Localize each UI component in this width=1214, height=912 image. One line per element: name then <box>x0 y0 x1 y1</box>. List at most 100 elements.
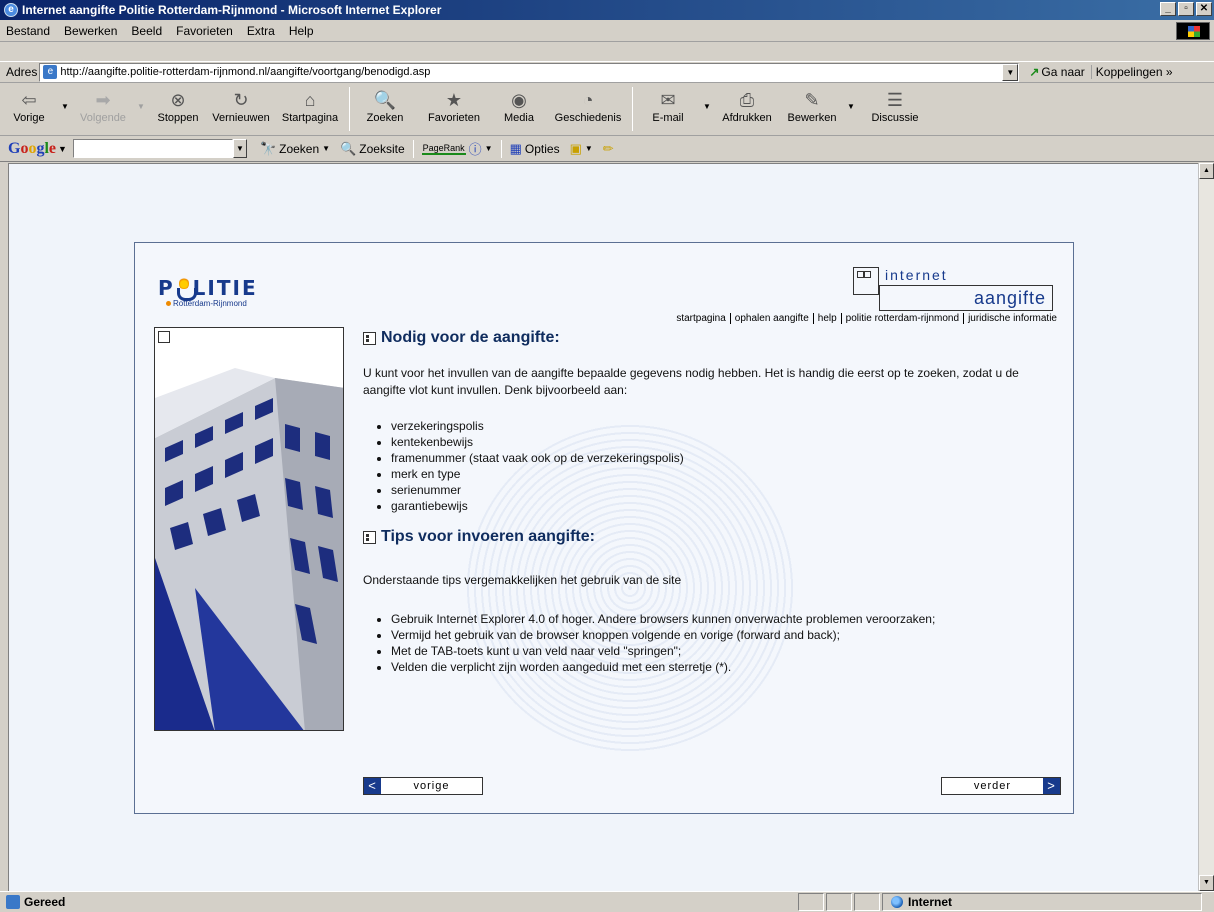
next-label: verder <box>973 780 1012 792</box>
go-button[interactable]: ↗ Ga naar <box>1019 65 1090 79</box>
list-item: verzekeringspolis <box>391 418 1063 434</box>
next-button[interactable]: verder > <box>941 777 1061 795</box>
toolbar-discussie-button[interactable]: ☰ Discussie <box>858 84 932 134</box>
google-site-search-button[interactable]: 🔍 Zoeksite <box>335 141 410 157</box>
globe-icon <box>891 896 903 908</box>
vernieuwen-icon: ↻ <box>233 89 249 110</box>
google-menu-caret-icon: ▼ <box>58 143 67 154</box>
separator <box>500 139 502 158</box>
menu-favorieten[interactable]: Favorieten <box>169 24 240 38</box>
brand-squares-icon <box>853 267 879 295</box>
list-item: Vermijd het gebruik van de browser knopp… <box>391 627 1063 643</box>
toolbar-stoppen-button[interactable]: ⊗ Stoppen <box>148 84 208 134</box>
vertical-scrollbar[interactable]: ▲ ▼ <box>1198 163 1214 891</box>
pagerank-button[interactable]: PageRank ⓘ ▼ <box>417 139 498 158</box>
options-button[interactable]: ▦ Opties <box>505 141 565 157</box>
menu-extra[interactable]: Extra <box>240 24 282 38</box>
nav-ophalen-aangifte[interactable]: ophalen aangifte <box>731 313 814 324</box>
toolbar-afdrukken-button[interactable]: ⎙ Afdrukken <box>714 84 780 134</box>
highlighter-icon: ✏ <box>602 140 614 156</box>
main-content: Nodig voor de aangifte: U kunt voor het … <box>363 329 1063 675</box>
scroll-up-icon[interactable]: ▲ <box>1199 163 1214 179</box>
toolbar-label: Geschiedenis <box>554 112 622 124</box>
go-arrow-icon: ↗ <box>1029 65 1040 79</box>
previous-label: vorige <box>413 780 450 792</box>
maximize-button[interactable]: ▫ <box>1178 2 1194 16</box>
toolbar-favorieten-button[interactable]: ★ Favorieten <box>417 84 491 134</box>
toolbar-label: Bewerken <box>787 112 837 124</box>
section-heading: Nodig voor de aangifte: <box>363 329 1063 347</box>
folder-button[interactable]: ▣ ▼ <box>565 141 598 157</box>
list-item: garantiebewijs <box>391 498 1063 514</box>
list-item: Met de TAB-toets kunt u van veld naar ve… <box>391 643 1063 659</box>
dropdown-arrow-icon[interactable]: ▼ <box>844 84 858 111</box>
scroll-down-icon[interactable]: ▼ <box>1199 875 1214 891</box>
window-title: Internet aangifte Politie Rotterdam-Rijn… <box>22 3 442 17</box>
nav-juridische-informatie[interactable]: juridische informatie <box>964 313 1061 324</box>
heading-bullet-icon <box>363 331 376 345</box>
nav-startpagina[interactable]: startpagina <box>672 313 731 324</box>
status-cell <box>854 893 880 911</box>
links-button[interactable]: Koppelingen » <box>1090 65 1173 79</box>
google-search-input[interactable] <box>72 139 233 158</box>
politie-logo[interactable]: P LITIE Rotterdam-Rijnmond <box>158 276 258 308</box>
previous-button[interactable]: < vorige <box>363 777 483 795</box>
close-button[interactable]: ✕ <box>1196 2 1212 16</box>
menu-beeld[interactable]: Beeld <box>124 24 169 38</box>
nav-politie-rotterdam-rijnmond[interactable]: politie rotterdam-rijnmond <box>842 313 965 324</box>
toolbar-label: Volgende <box>80 112 126 124</box>
toolbar-label: Favorieten <box>428 112 480 124</box>
logo-p: P <box>158 276 175 300</box>
info-icon: ⓘ <box>468 142 482 157</box>
brand-bottom: aangifte <box>879 285 1053 311</box>
dropdown-arrow-icon[interactable]: ▼ <box>58 84 72 111</box>
google-search-button[interactable]: 🔭 Zoeken ▼ <box>255 141 335 157</box>
toolbar-startpagina-button[interactable]: ⌂ Startpagina <box>274 84 346 134</box>
toolbar-vernieuwen-button[interactable]: ↻ Vernieuwen <box>208 84 274 134</box>
section1-title: Nodig voor de aangifte: <box>381 329 560 346</box>
menu-help[interactable]: Help <box>282 24 321 38</box>
toolbar-media-button[interactable]: ◉ Media <box>491 84 547 134</box>
toolbar-bewerken-button[interactable]: ✎ Bewerken <box>780 84 844 134</box>
status-text-area: Gereed <box>0 895 796 909</box>
toolbar-geschiedenis-button[interactable]: ◔ Geschiedenis <box>547 84 629 134</box>
options-label: Opties <box>524 141 560 156</box>
info-caret-icon: ▼ <box>484 144 493 153</box>
section1-intro: U kunt voor het invullen van de aangifte… <box>363 366 1019 397</box>
toolbar-vorige-button[interactable]: ⇦ Vorige <box>0 84 58 134</box>
list-item: merk en type <box>391 466 1063 482</box>
status-bar: Gereed Internet <box>0 891 1214 912</box>
dropdown-arrow-icon[interactable]: ▼ <box>134 84 148 111</box>
required-items-list: verzekeringspolis kentekenbewijs framenu… <box>363 418 1063 514</box>
vorige-icon: ⇦ <box>21 89 37 110</box>
toolbar-volgende-button[interactable]: ➡ Volgende <box>72 84 134 134</box>
dropdown-arrow-icon[interactable]: ▼ <box>700 84 714 111</box>
minimize-button[interactable]: _ <box>1160 2 1176 16</box>
status-text: Gereed <box>24 895 66 909</box>
options-icon: ▦ <box>509 140 522 156</box>
toolbar-e-mail-button[interactable]: ✉ E-mail <box>636 84 700 134</box>
list-item: Gebruik Internet Explorer 4.0 of hoger. … <box>391 611 1063 627</box>
toolbar-zoeken-button[interactable]: 🔍 Zoeken <box>353 84 417 134</box>
address-dropdown-icon[interactable]: ▼ <box>1002 63 1019 81</box>
startpagina-icon: ⌂ <box>304 89 316 110</box>
window-controls: _ ▫ ✕ <box>1160 2 1212 16</box>
menu-bestand[interactable]: Bestand <box>0 24 57 38</box>
address-input[interactable]: e http://aangifte.politie-rotterdam-rijn… <box>39 62 1020 82</box>
site-search-icon: 🔍 <box>340 140 357 156</box>
list-item: Velden die verplicht zijn worden aangedu… <box>391 659 1063 675</box>
google-logo[interactable]: Google ▼ <box>0 140 67 158</box>
discussie-icon: ☰ <box>886 89 904 110</box>
menu-bewerken[interactable]: Bewerken <box>57 24 124 38</box>
standard-toolbar: ⇦ Vorige ▼ ➡ Volgende ▼ ⊗ Stoppen ↻ Vernieuwen ⌂ St… <box>0 84 1214 136</box>
list-item: framenummer (staat vaak ook op de verzek… <box>391 450 1063 466</box>
highlighter-button[interactable]: ✏ <box>598 141 619 157</box>
nav-help[interactable]: help <box>814 313 842 324</box>
geschiedenis-icon: ◔ <box>582 89 594 110</box>
building-illustration <box>155 328 343 730</box>
status-cell <box>798 893 824 911</box>
building-photo <box>154 327 344 731</box>
google-search-dropdown-icon[interactable]: ▼ <box>232 139 247 158</box>
page-viewport: P LITIE Rotterdam-Rijnmond internet aangi… <box>8 163 1198 891</box>
menu-bar: Bestand Bewerken Beeld Favorieten Extra … <box>0 20 1214 42</box>
